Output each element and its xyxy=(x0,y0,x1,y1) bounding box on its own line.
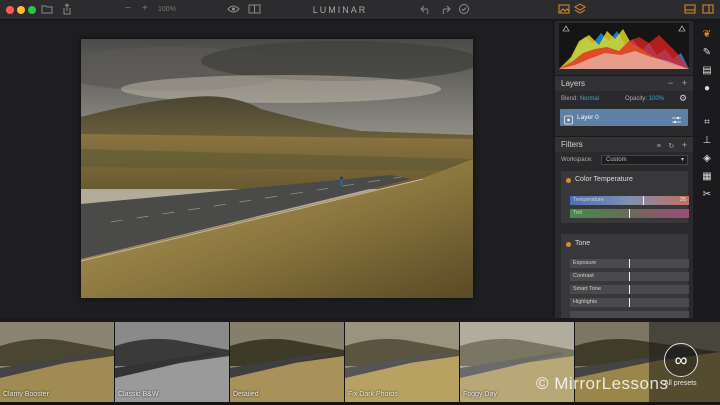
all-presets-button[interactable]: ∞ xyxy=(664,343,698,377)
preset-label: Classic B&W xyxy=(118,391,159,398)
sidebar-toggle-icon[interactable] xyxy=(702,3,714,17)
preset-label: Detailed xyxy=(233,391,259,398)
highlights-slider[interactable]: Highlights xyxy=(570,298,689,307)
zoom-in-button[interactable]: + xyxy=(142,3,148,15)
filters-section-header[interactable]: Filters ≡ ↻ + xyxy=(555,136,693,152)
workspace-select[interactable]: Custom ▾ xyxy=(601,155,688,165)
layers-section-header[interactable]: Layers − + xyxy=(555,75,693,91)
tint-slider-thumb[interactable] xyxy=(629,209,630,218)
undo-icon[interactable] xyxy=(420,3,432,17)
image-canvas[interactable] xyxy=(0,21,552,318)
workspace-label: Workspace: xyxy=(561,157,593,163)
filmstrip-toggle-icon[interactable] xyxy=(684,3,696,17)
opacity-label: Opacity: xyxy=(625,96,648,102)
zoom-window-button[interactable] xyxy=(28,6,36,14)
filter-active-dot-icon[interactable] xyxy=(566,242,571,247)
share-icon[interactable] xyxy=(61,3,73,17)
contrast-slider[interactable]: Contrast xyxy=(570,272,689,281)
next-slider-partial[interactable] xyxy=(570,311,689,318)
crop-icon[interactable]: ⌗ xyxy=(700,117,714,129)
preset-thumbnail[interactable]: Fix Dark Photos xyxy=(345,322,459,402)
filter-active-dot-icon[interactable] xyxy=(566,178,571,183)
title-bar: − + 100% LUMINAR xyxy=(0,0,720,20)
preset-label: Fix Dark Photos xyxy=(348,391,398,398)
highlights-slider-thumb[interactable] xyxy=(629,298,630,307)
temperature-slider[interactable]: Temperature 25 xyxy=(570,196,689,205)
watermark: © MirrorLessons xyxy=(536,374,669,393)
layers-stack-icon[interactable] xyxy=(574,3,586,17)
highlights-label: Highlights xyxy=(573,299,598,305)
layer-settings-gear-icon[interactable]: ⚙ xyxy=(679,93,687,104)
temperature-label: Temperature xyxy=(573,197,604,203)
filter-refresh-icon[interactable]: ↻ xyxy=(668,143,674,150)
temperature-slider-thumb[interactable] xyxy=(643,196,644,205)
close-window-button[interactable] xyxy=(6,6,14,14)
chevron-down-icon: ▾ xyxy=(680,157,684,163)
opacity-value[interactable]: 100% xyxy=(649,96,664,102)
redo-icon[interactable] xyxy=(439,3,451,17)
filter-color-temperature: Color Temperature Temperature 25 Tint xyxy=(561,171,689,223)
history-icon[interactable] xyxy=(458,3,470,17)
eraser-icon[interactable]: ◈ xyxy=(700,153,714,165)
filter-tone: Tone Exposure Contrast Smart Tone Highli… xyxy=(561,234,689,318)
filters-title: Filters xyxy=(561,140,583,149)
add-filter-button[interactable]: + xyxy=(682,140,687,150)
exposure-slider[interactable]: Exposure xyxy=(570,259,689,268)
contrast-slider-thumb[interactable] xyxy=(629,272,630,281)
preview-eye-icon[interactable] xyxy=(227,3,240,17)
filter-title-tone[interactable]: Tone xyxy=(575,240,590,247)
luminar-window: − + 100% LUMINAR Layers − + Blend: Norma… xyxy=(0,0,720,405)
layer-name: Layer 0 xyxy=(577,114,599,121)
filters-palette-icon[interactable]: ❦ xyxy=(700,29,714,41)
temperature-value: 25 xyxy=(679,197,686,203)
app-title: LUMINAR xyxy=(312,5,368,15)
adjustments-panel: Layers − + Blend: Normal Opacity: 100% ⚙… xyxy=(555,21,693,318)
layer-visibility-eye-icon[interactable] xyxy=(564,112,573,130)
filter-title-color-temperature[interactable]: Color Temperature xyxy=(575,176,633,183)
blend-mode[interactable]: Blend: Normal xyxy=(561,95,599,103)
preset-thumbnail[interactable]: Detailed xyxy=(230,322,344,402)
filters-actions: ≡ ↻ + xyxy=(657,140,687,150)
preset-thumbnail[interactable]: Clarity Booster xyxy=(0,322,114,402)
exposure-label: Exposure xyxy=(573,260,597,266)
tool-strip: ❦ ✎ ▤ ● ⌗ ⊥ ◈ ▦ ✂ xyxy=(694,21,720,318)
noise-texture-icon[interactable]: ▦ xyxy=(700,171,714,183)
smart-tone-label: Smart Tone xyxy=(573,286,602,292)
presets-strip: Clarity Booster Classic B&W Detailed Fix… xyxy=(0,322,720,405)
image-view-icon[interactable] xyxy=(558,3,570,17)
all-presets-label[interactable]: All presets xyxy=(664,380,720,387)
zoom-level[interactable]: 100% xyxy=(158,4,176,16)
layer-item-layer-0[interactable]: Layer 0 xyxy=(560,109,688,126)
filter-sort-icon[interactable]: ≡ xyxy=(657,143,661,150)
tint-label: Tint xyxy=(573,210,582,216)
remove-layer-button[interactable]: − xyxy=(668,78,673,88)
tint-slider[interactable]: Tint xyxy=(570,209,689,218)
smart-tone-slider-thumb[interactable] xyxy=(629,285,630,294)
contrast-label: Contrast xyxy=(573,273,594,279)
workspace-value: Custom xyxy=(606,157,627,163)
open-folder-icon[interactable] xyxy=(41,3,53,17)
blend-label: Blend: xyxy=(561,96,579,102)
add-layer-button[interactable]: + xyxy=(682,78,687,88)
gradient-mask-icon[interactable]: ▤ xyxy=(700,65,714,77)
compare-split-icon[interactable] xyxy=(248,3,261,17)
layers-title: Layers xyxy=(561,79,586,88)
smart-tone-slider[interactable]: Smart Tone xyxy=(570,285,689,294)
brush-icon[interactable]: ✎ xyxy=(700,47,714,59)
histogram xyxy=(559,23,689,69)
minimize-window-button[interactable] xyxy=(17,6,25,14)
preset-thumbnail[interactable]: Classic B&W xyxy=(115,322,229,402)
layers-actions: − + xyxy=(668,78,687,88)
layer-adjust-sliders-icon[interactable] xyxy=(671,112,682,130)
blend-value[interactable]: Normal xyxy=(580,96,599,102)
radial-mask-icon[interactable]: ● xyxy=(700,83,714,95)
preset-label: Foggy Day xyxy=(463,391,497,398)
layer-opacity[interactable]: Opacity: 100% xyxy=(625,95,664,103)
clone-stamp-icon[interactable]: ⊥ xyxy=(700,135,714,147)
landscape-photo[interactable] xyxy=(81,39,473,298)
exposure-slider-thumb[interactable] xyxy=(629,259,630,268)
transform-scissors-icon[interactable]: ✂ xyxy=(700,189,714,201)
preset-label: Clarity Booster xyxy=(3,391,49,398)
zoom-out-button[interactable]: − xyxy=(125,3,131,15)
